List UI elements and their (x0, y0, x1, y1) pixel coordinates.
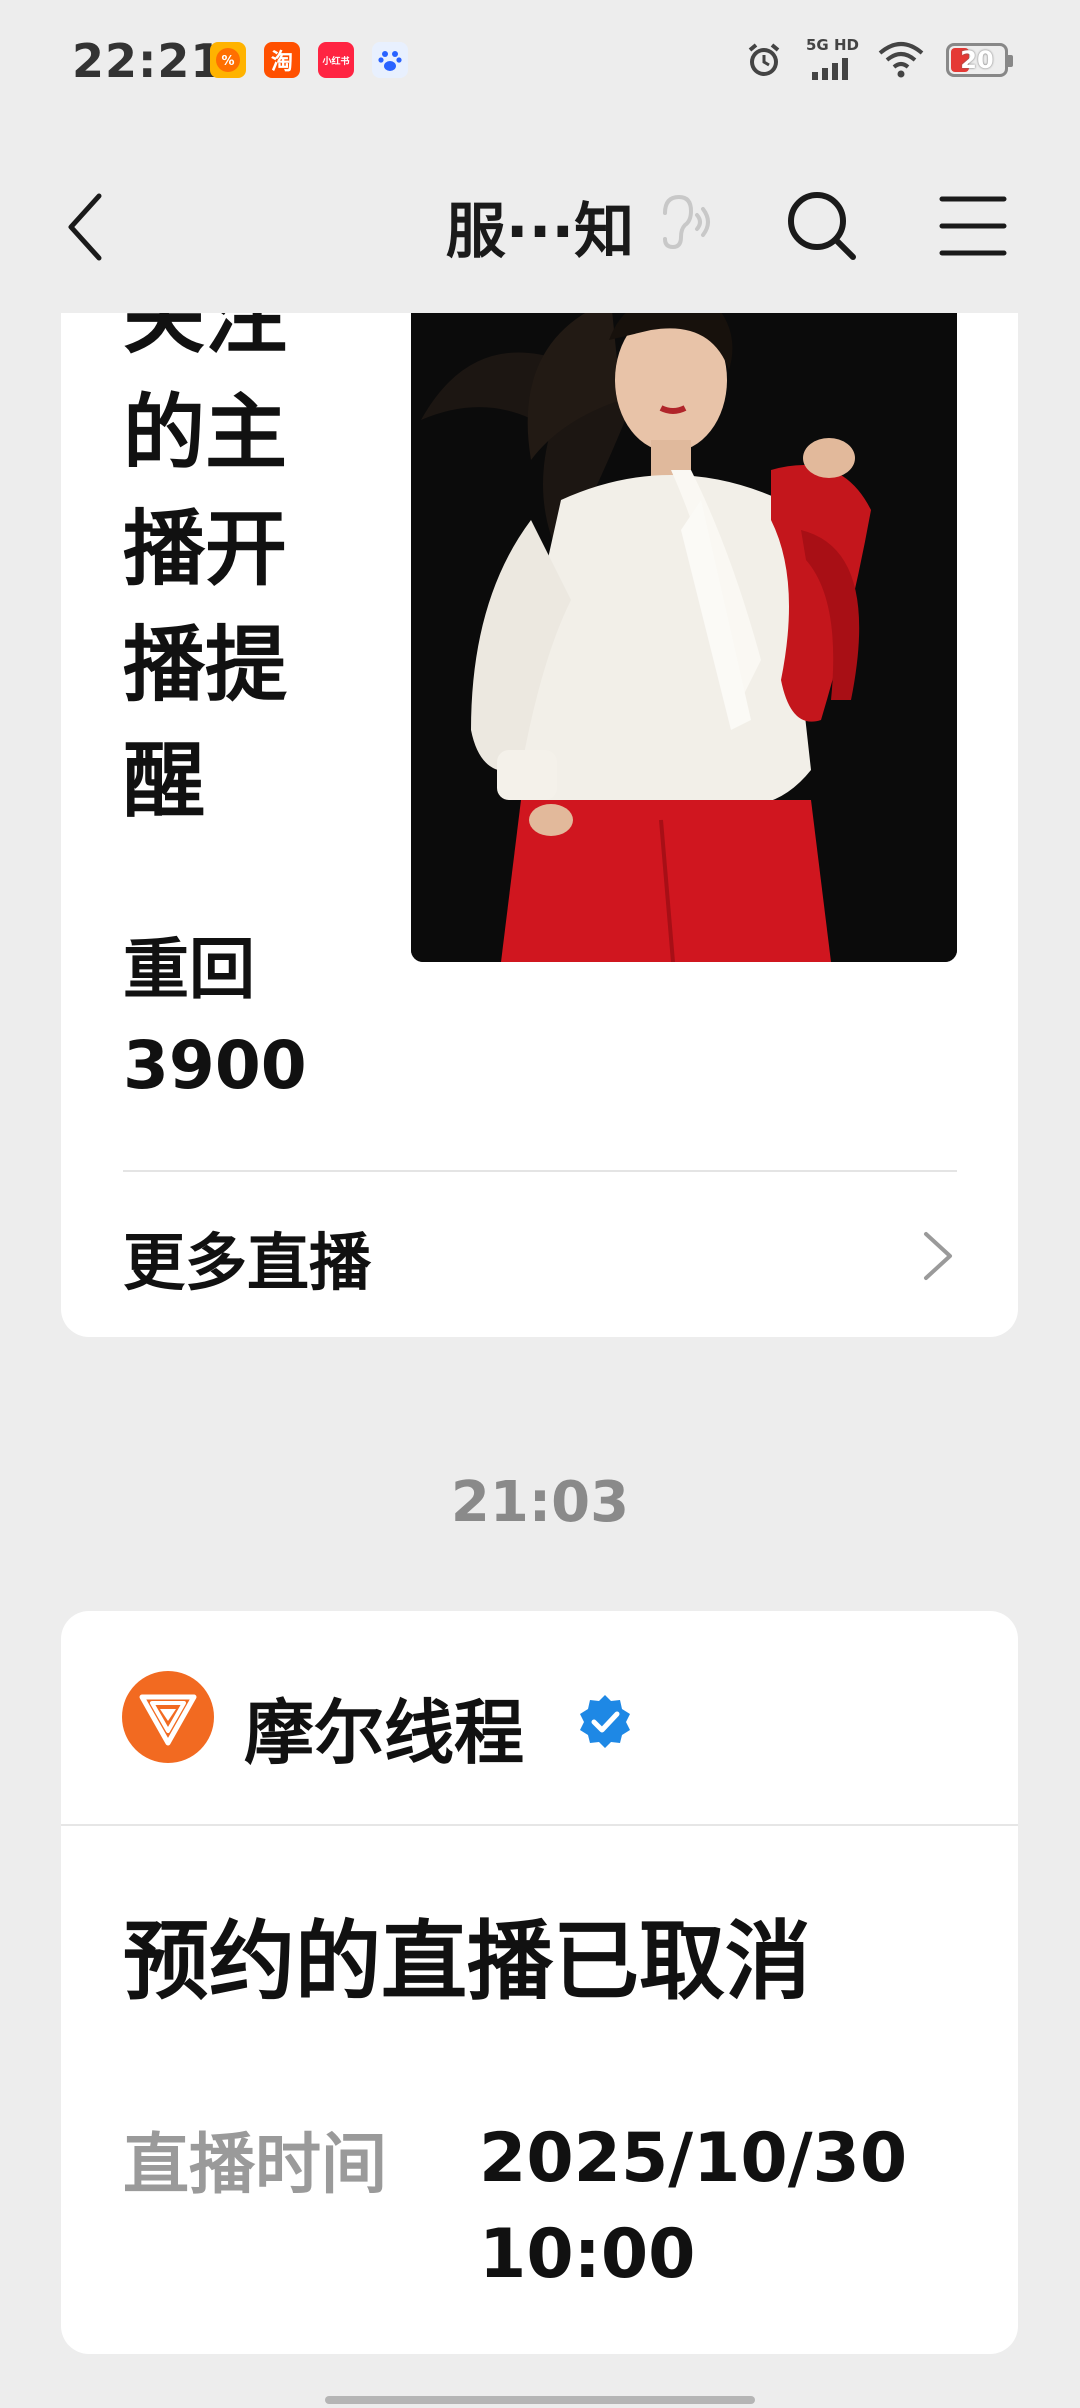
more-live-link[interactable]: 更多直播 (123, 1212, 371, 1302)
cancellation-card[interactable]: 摩尔线程 预约的直播已取消 直播时间 2025/10/30 10:00 (61, 1611, 1018, 2354)
host-portrait-image (411, 300, 957, 962)
live-time-date: 2025/10/30 (479, 2119, 908, 2198)
card-heading-line: 播开 (123, 502, 288, 597)
listen-button[interactable] (655, 191, 715, 261)
battery-indicator: 20 (946, 43, 1013, 77)
signal-indicator: 5G HD (806, 36, 859, 80)
card-subtext: 重回 3900 (123, 922, 363, 1114)
live-reminder-card[interactable]: 关注 的主 播开 播提 醒 重回 3900 更多直播 (61, 300, 1018, 1337)
card-subtext-line: 重回 (123, 931, 255, 1008)
live-time-label: 直播时间 (123, 2126, 387, 2203)
verified-badge-icon (580, 1695, 630, 1748)
svg-text:%: % (221, 54, 234, 69)
card-heading-line: 的主 (123, 386, 288, 481)
card-subtext-line: 3900 (123, 1027, 307, 1104)
status-time: 22:21 (72, 34, 224, 88)
home-indicator[interactable] (325, 2396, 755, 2404)
menu-button[interactable] (938, 191, 1008, 261)
alarm-icon (748, 43, 780, 76)
wifi-icon (878, 42, 924, 78)
live-time-clock: 10:00 (479, 2215, 696, 2294)
page-title: 服···知 (445, 197, 635, 267)
card-heading-line: 醒 (123, 734, 206, 829)
signal-icon (812, 58, 848, 80)
taobao-label: 淘 (270, 50, 293, 75)
divider (61, 1824, 1018, 1826)
account-name[interactable]: 摩尔线程 (244, 1677, 524, 1778)
taobao-icon: 淘 (264, 42, 300, 78)
card-header[interactable]: 摩尔线程 (61, 1611, 1018, 1824)
xiaohongshu-icon: 小红书 (318, 42, 354, 78)
top-nav-bar: 服···知 (0, 125, 1080, 313)
card-heading-line: 播提 (123, 618, 288, 713)
ear-audio-icon (663, 194, 710, 250)
battery-level: 20 (960, 46, 994, 74)
status-right: 5G HD 20 (744, 36, 1013, 80)
hamburger-menu-icon (939, 196, 1007, 256)
xhs-label: 小红书 (322, 56, 350, 67)
account-avatar[interactable] (122, 1671, 214, 1763)
status-bar: 22:21 % 淘 小红书 5G HD 20 (0, 0, 1080, 125)
divider (123, 1170, 957, 1172)
network-label: 5G HD (806, 36, 859, 54)
live-time-value: 2025/10/30 10:00 (479, 2111, 959, 2303)
search-button[interactable] (783, 187, 859, 263)
search-icon (788, 192, 856, 260)
status-app-icons: % 淘 小红书 (210, 42, 408, 78)
card-heading: 关注 的主 播开 播提 醒 (123, 300, 313, 840)
host-photo[interactable] (411, 300, 957, 962)
chevron-right-icon[interactable] (918, 1228, 958, 1284)
taobao-flash-icon: % (210, 42, 246, 78)
moore-threads-logo-icon (139, 1694, 197, 1746)
notice-title: 预约的直播已取消 (123, 1912, 811, 2012)
message-timestamp: 21:03 (450, 1470, 630, 1535)
baidu-icon (372, 42, 408, 78)
